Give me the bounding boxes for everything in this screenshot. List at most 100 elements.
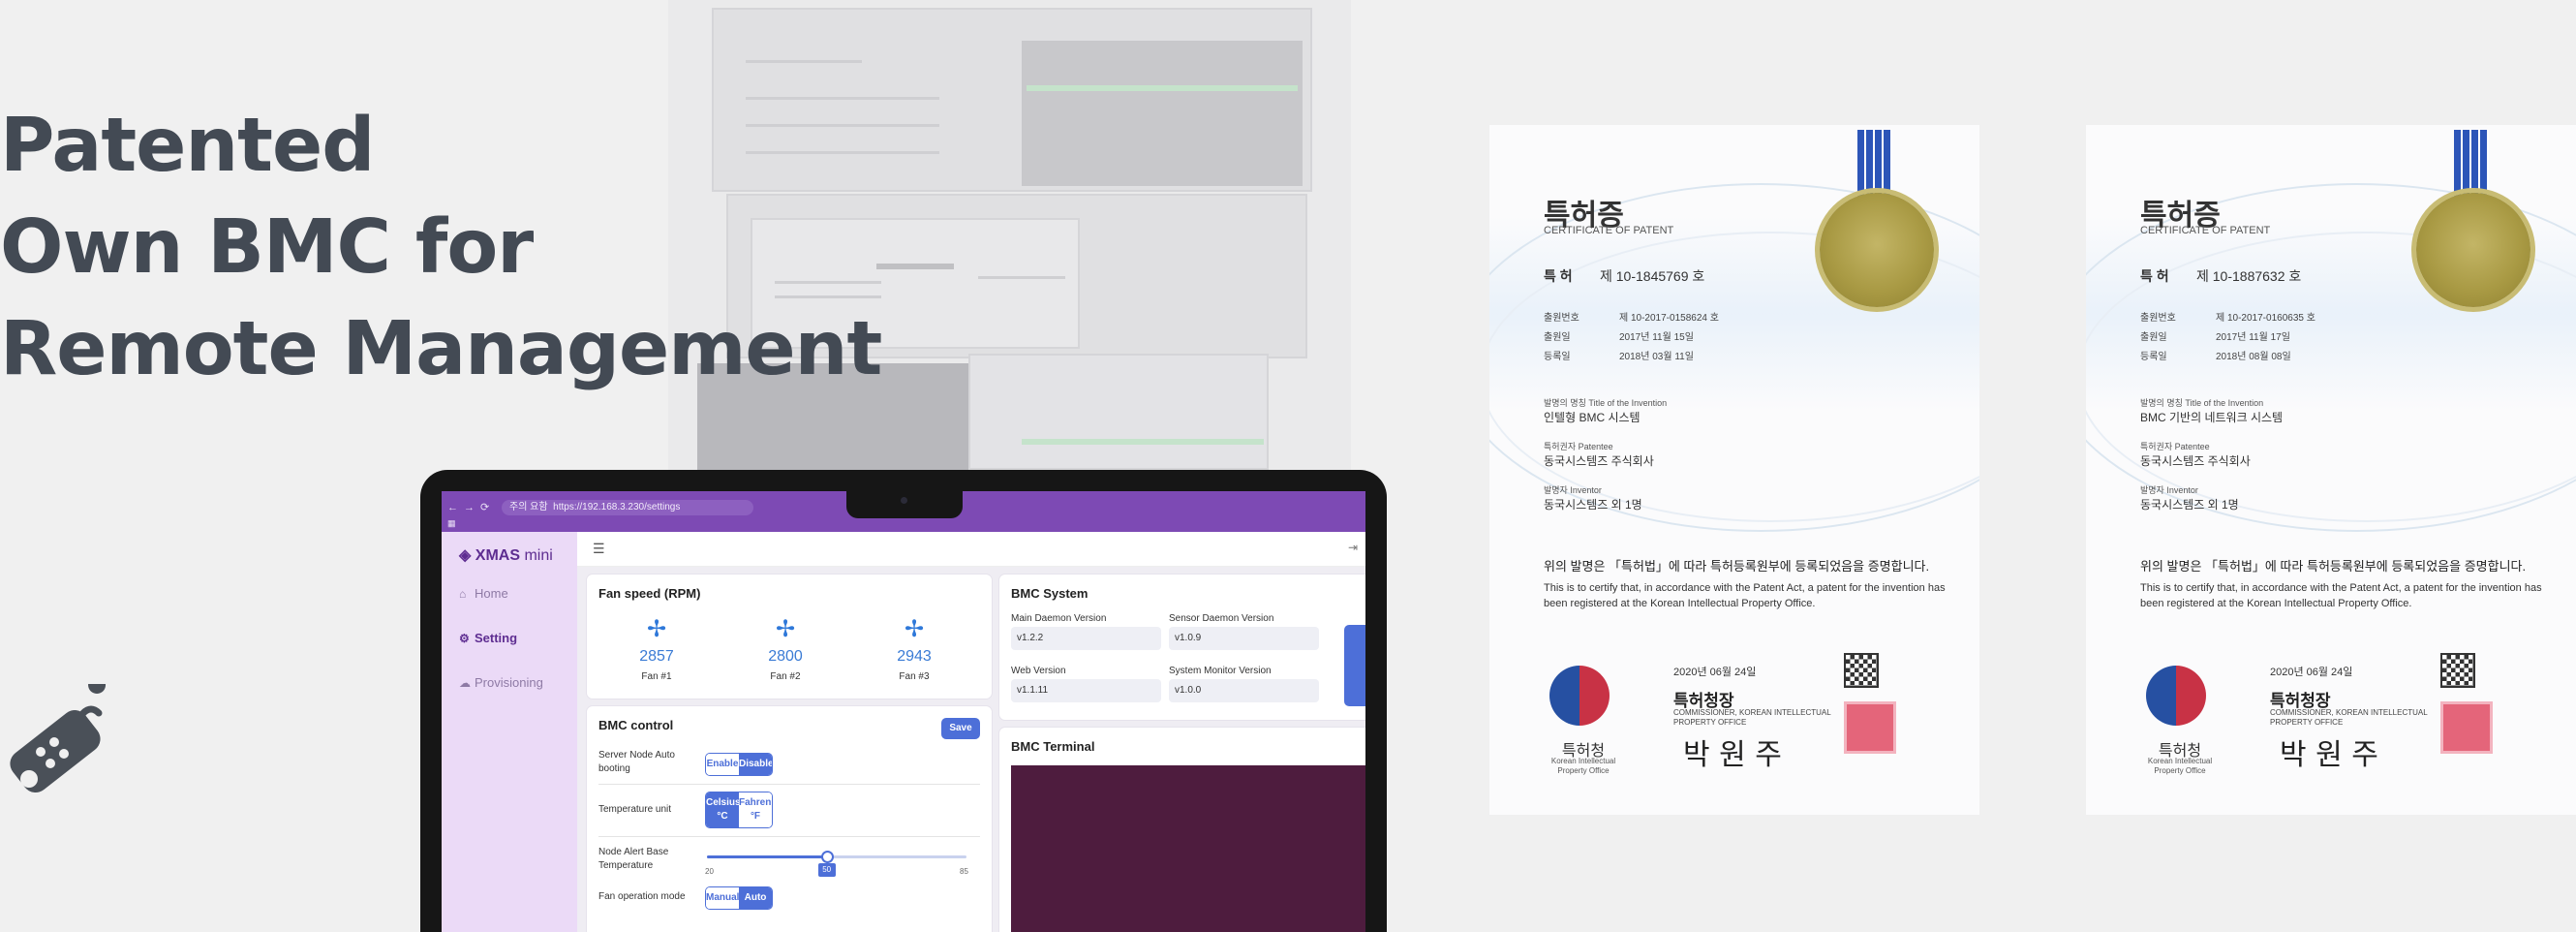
signature: 박 원 주 <box>1683 738 1782 772</box>
fan-mode-label: Fan operation mode <box>598 891 686 902</box>
filing-date-value: 2017년 11월 15일 <box>1619 332 1694 343</box>
signature: 박 원 주 <box>2280 738 2378 772</box>
sidebar-item-home[interactable]: ⌂ Home <box>451 582 569 606</box>
alert-temp-label: Node Alert Base Temperature <box>598 847 669 871</box>
application-number-value: 제 10-2017-0158624 호 <box>1619 313 1719 324</box>
official-stamp-icon <box>1844 701 1896 754</box>
terminal-window[interactable] <box>1011 765 1365 932</box>
fan-1: ✢ 2857 Fan #1 <box>608 616 705 683</box>
fan-mode-auto-option[interactable]: Auto <box>739 887 772 909</box>
inventor-label: 발명자 Inventor <box>1544 485 1602 495</box>
certificate-statement: 위의 발명은 「특허법」에 따라 특허등록원부에 등록되었음을 증명합니다. T… <box>2140 556 2547 611</box>
auto-boot-disable-option[interactable]: Disable <box>739 754 772 775</box>
patentee-label: 특허권자 Patentee <box>2140 442 2210 451</box>
sidebar-item-setting[interactable]: ⚙ Setting <box>451 627 569 650</box>
patent-number-value: 제 10-1845769 호 <box>1600 268 1705 284</box>
invention-title: 인텔형 BMC 시스템 <box>1544 411 1641 424</box>
certificate-statement: 위의 발명은 「특허법」에 따라 특허등록원부에 등록되었음을 증명합니다. T… <box>1544 556 1950 611</box>
patent-number-value: 제 10-1887632 호 <box>2196 268 2302 284</box>
emblem-caption: Korean Intellectual Property Office <box>1550 757 1616 775</box>
registration-date: 등록일 2018년 03월 11일 <box>1544 348 1694 362</box>
cloud-upload-icon: ☁ <box>459 676 471 690</box>
registration-date-value: 2018년 08월 08일 <box>2216 352 2291 362</box>
headline-line-3: Remote Management <box>0 306 882 392</box>
registration-date-label: 등록일 <box>2140 352 2167 362</box>
fan-speed-card: Fan speed (RPM) ✢ 2857 Fan #1 ✢ 2800 Fan… <box>587 575 992 699</box>
application-number-label: 출원번호 <box>2140 313 2176 324</box>
save-button[interactable]: Save <box>941 718 980 739</box>
patentee-label: 특허권자 Patentee <box>1544 442 1613 451</box>
security-label: 주의 요함 <box>509 502 548 513</box>
bmc-system-title: BMC System <box>1011 586 1089 601</box>
inventor: 동국시스템즈 외 1명 <box>1544 498 1642 512</box>
fan-icon: ✢ <box>775 616 796 642</box>
inventor: 동국시스템즈 외 1명 <box>2140 498 2239 512</box>
temp-unit-toggle: Celsius °C Fahrenheit °F <box>705 792 773 828</box>
registration-date-label: 등록일 <box>1544 352 1571 362</box>
logout-icon[interactable]: ⇥ <box>1348 541 1358 554</box>
auto-boot-enable-option[interactable]: Enable <box>706 754 739 775</box>
issue-date: 2020년 06월 24일 <box>2270 667 2353 678</box>
emblem-caption: Korean Intellectual Property Office <box>2147 757 2213 775</box>
headline-line-1: Patented <box>0 103 375 189</box>
fan-rpm: 2857 <box>639 648 674 665</box>
bmc-terminal-title: BMC Terminal <box>1011 739 1095 754</box>
address-bar[interactable]: 주의 요함 https://192.168.3.230/settings <box>502 500 753 515</box>
commissioner-title-english: COMMISSIONER, KOREAN INTELLECTUAL PROPER… <box>2270 708 2428 727</box>
qr-code-icon <box>2440 653 2475 688</box>
web-version-label: Web Version <box>1011 666 1066 676</box>
gear-icon: ⚙ <box>459 632 470 645</box>
headline-line-2: Own BMC for <box>0 204 534 291</box>
fan-mode-manual-option[interactable]: Manual <box>706 887 739 909</box>
slider-fill <box>707 855 827 858</box>
fan-label: Fan #1 <box>641 671 672 682</box>
slider-thumb[interactable] <box>820 851 834 863</box>
filing-date-label: 출원일 <box>2140 332 2167 343</box>
browser-nav-icons[interactable]: ←→⟳ <box>447 501 495 513</box>
brand-name: XMAS <box>475 547 520 564</box>
patentee: 동국시스템즈 주식회사 <box>2140 454 2251 468</box>
statement-korean: 위의 발명은 「특허법」에 따라 특허등록원부에 등록되었음을 증명합니다. <box>1544 559 1930 574</box>
fan-3: ✢ 2943 Fan #3 <box>866 617 963 683</box>
sidebar-item-label: Setting <box>475 631 518 645</box>
divider <box>598 784 980 785</box>
fan-2: ✢ 2800 Fan #2 <box>737 616 834 683</box>
fan-mode-toggle: Manual Auto <box>705 886 773 910</box>
patentee: 동국시스템즈 주식회사 <box>1544 454 1654 468</box>
patent-number: 특 허 제 10-1887632 호 <box>2140 266 2301 286</box>
remote-control-icon <box>10 684 107 793</box>
fan-label: Fan #2 <box>770 671 801 682</box>
application-number: 출원번호 제 10-2017-0160635 호 <box>2140 309 2315 324</box>
app-sidebar: ◈ XMAS mini ⌂ Home ⚙ Setting ☁ Provisioning <box>442 532 577 932</box>
fan-speed-title: Fan speed (RPM) <box>598 586 701 601</box>
headline: Patented Own BMC for Remote Management <box>0 95 882 400</box>
laptop-frame: ←→⟳ 주의 요함 https://192.168.3.230/settings… <box>420 470 1387 932</box>
temp-unit-celsius-option[interactable]: Celsius °C <box>706 792 741 827</box>
sidebar-item-label: Home <box>475 586 508 601</box>
official-stamp-icon <box>2440 701 2493 754</box>
application-number-label: 출원번호 <box>1544 313 1579 324</box>
slider-min: 20 <box>705 867 714 876</box>
system-monitor-version: v1.0.0 <box>1169 679 1319 702</box>
temp-unit-fahrenheit-option[interactable]: Fahrenheit °F <box>739 792 772 827</box>
hamburger-menu-icon[interactable]: ☰ <box>593 541 605 557</box>
application-number: 출원번호 제 10-2017-0158624 호 <box>1544 309 1719 324</box>
app-header: ☰ ⇥ <box>577 532 1365 567</box>
statement-korean: 위의 발명은 「특허법」에 따라 특허등록원부에 등록되었음을 증명합니다. <box>2140 559 2527 574</box>
brand-logo[interactable]: ◈ XMAS mini <box>459 545 553 565</box>
sidebar-item-provisioning[interactable]: ☁ Provisioning <box>451 671 569 695</box>
brand-diamond-icon: ◈ <box>459 547 472 564</box>
alert-temp-slider[interactable]: 50 <box>707 851 966 877</box>
inventor-label: 발명자 Inventor <box>2140 485 2198 495</box>
gold-seal-icon <box>2416 193 2530 307</box>
fan-label: Fan #3 <box>899 671 930 682</box>
apps-grid-icon[interactable]: ▦ <box>447 518 456 529</box>
bmc-system-card: BMC System Main Daemon Version v1.2.2 Se… <box>999 575 1365 720</box>
fan-rpm: 2800 <box>768 648 803 665</box>
fan-icon: ✢ <box>646 616 667 642</box>
qr-code-icon <box>1844 653 1879 688</box>
patent-certificate-1: 특허증 CERTIFICATE OF PATENT 특 허제 10-184576… <box>1489 125 1979 815</box>
camera-notch <box>846 489 963 518</box>
update-button[interactable] <box>1344 625 1365 706</box>
url-text: https://192.168.3.230/settings <box>553 502 681 513</box>
